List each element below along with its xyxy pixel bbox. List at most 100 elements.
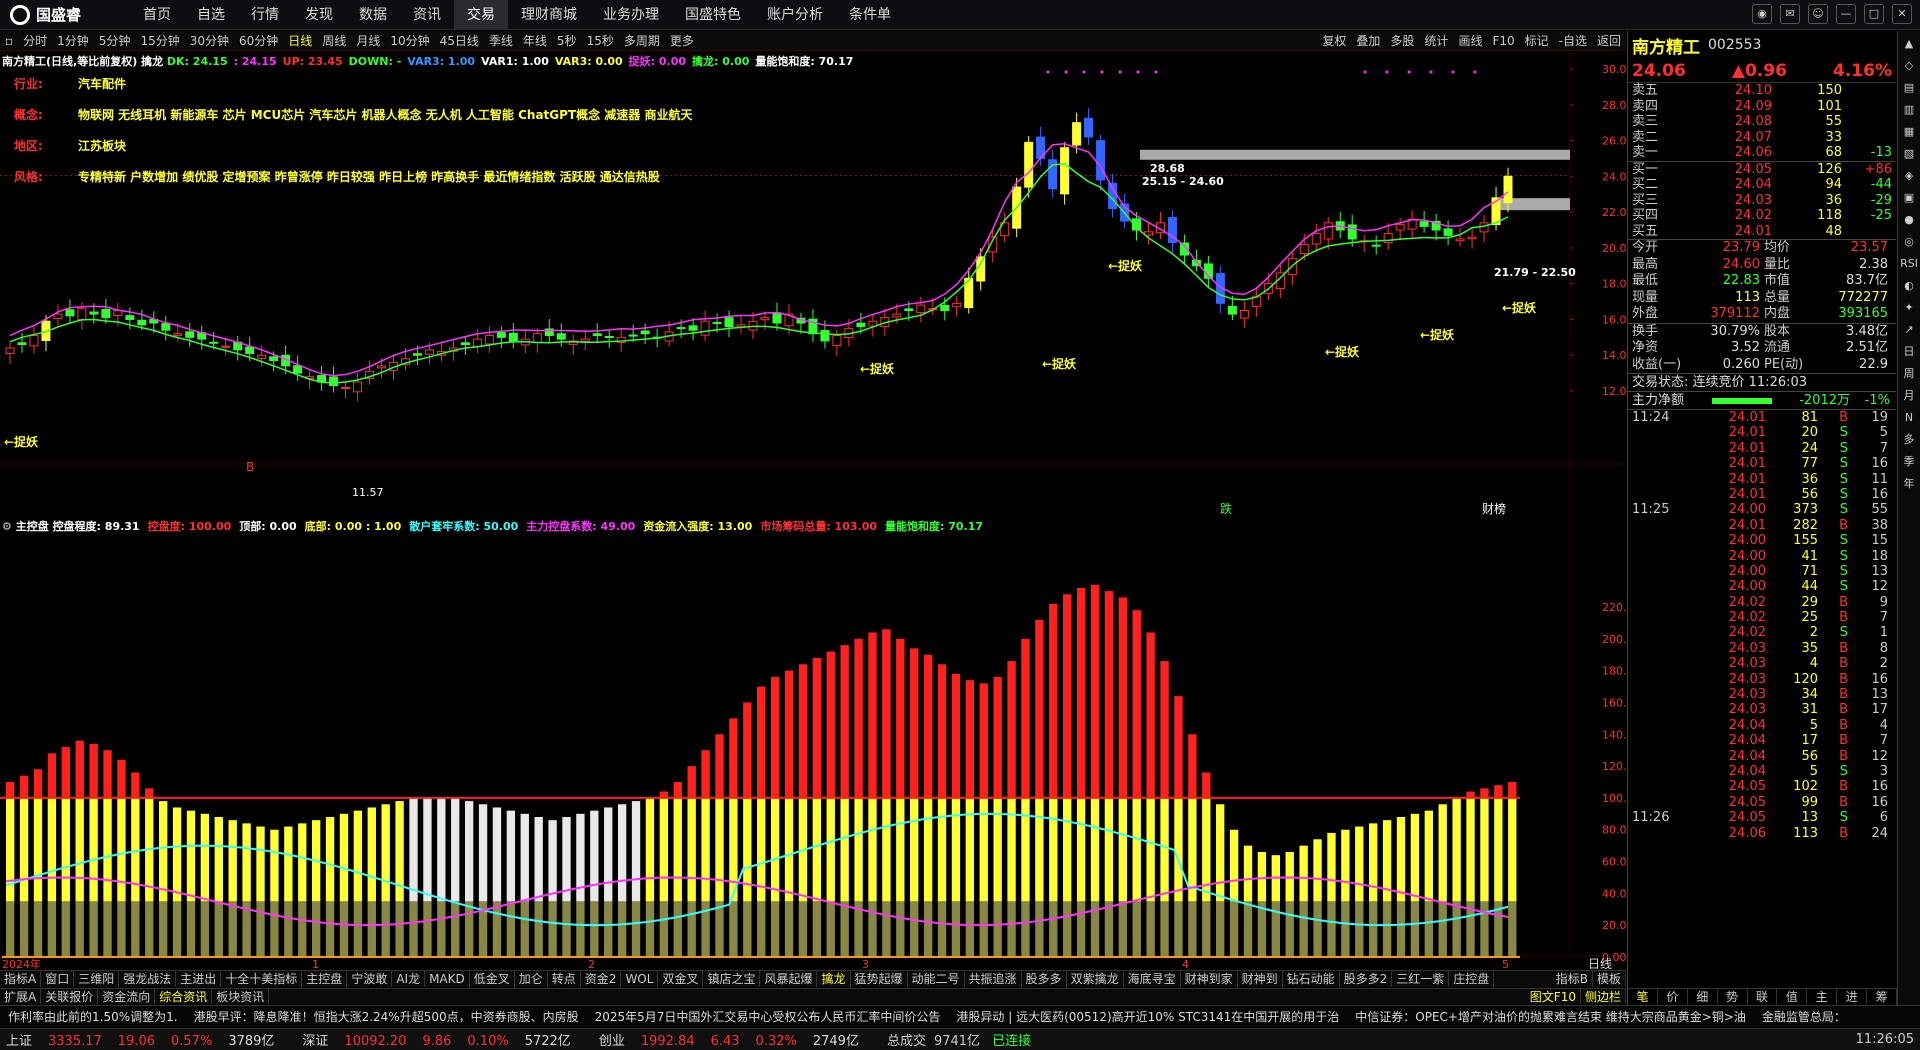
chat-icon[interactable]: ◉ — [1752, 4, 1772, 24]
sidebar-tool-icon[interactable]: 月 — [1900, 387, 1918, 405]
main-indicator-name[interactable]: 擒龙 — [141, 55, 163, 68]
index-quote[interactable]: 创业 1992.84 6.43 0.32% 2749亿 — [593, 1030, 881, 1049]
period-tab[interactable]: 60分钟 — [234, 31, 283, 51]
period-tab[interactable]: 分时 — [18, 31, 52, 51]
period-tab[interactable]: 30分钟 — [185, 31, 234, 51]
topnav-item[interactable]: 业务办理 — [590, 0, 672, 30]
indicator-tab[interactable]: 三红一紫 — [1392, 971, 1450, 987]
topnav-item[interactable]: 国盛特色 — [672, 0, 754, 30]
topnav-item[interactable]: 条件单 — [836, 0, 904, 30]
indicator-tab[interactable]: 双紫擒龙 — [1067, 971, 1124, 987]
sidebar-tool-icon[interactable]: ▦ — [1900, 123, 1918, 141]
indicator-tab[interactable]: 转点 — [548, 971, 581, 987]
orderbook-row[interactable]: 买二 24.04 94 -44 — [1628, 177, 1896, 193]
quote-tab[interactable]: 筹 — [1867, 989, 1898, 1005]
orderbook-row[interactable]: 买一 24.05 126 +86 — [1628, 162, 1896, 178]
chart-tool-button[interactable]: 多股 — [1385, 31, 1419, 51]
period-tab[interactable]: 年线 — [518, 31, 552, 51]
sidebar-tool-icon[interactable]: ◎ — [1900, 233, 1918, 251]
tick-list[interactable]: 11:24 24.01 81 B 19 24.01 20 S 5 24.01 24 S 7 24.01 77… — [1628, 410, 1896, 841]
indicator-tab[interactable]: 动能二号 — [908, 971, 965, 987]
period-tab[interactable]: 更多 — [665, 31, 699, 51]
topnav-item[interactable]: 账户分析 — [754, 0, 836, 30]
indicator-tab[interactable]: 主控盘 — [302, 971, 348, 987]
indicator-tab[interactable]: 资金2 — [581, 971, 622, 987]
sidebar-tool-icon[interactable]: 日 — [1900, 343, 1918, 361]
sidebar-tool-icon[interactable]: ● — [1900, 211, 1918, 229]
quote-tab[interactable]: 值 — [1777, 989, 1808, 1005]
indicator-tab[interactable]: 窗口 — [41, 971, 75, 987]
chart-tool-button[interactable]: 叠加 — [1351, 31, 1385, 51]
panel-toggle-icon[interactable]: ▫ — [0, 31, 18, 51]
index-quote[interactable]: 深证 10092.20 9.86 0.10% 5722亿 — [296, 1030, 592, 1049]
indicator-tab[interactable]: 财神到家 — [1181, 971, 1238, 987]
period-tab[interactable]: 15秒 — [582, 31, 619, 51]
sidebar-tool-icon[interactable]: ◈ — [1900, 167, 1918, 185]
extension-tab[interactable]: 板块资讯 — [212, 989, 270, 1004]
period-tab[interactable]: 月线 — [351, 31, 385, 51]
sidebar-tool-icon[interactable]: 季 — [1900, 453, 1918, 471]
chart-tool-button[interactable]: 画线 — [1453, 31, 1487, 51]
indicator-tab[interactable]: 主进出 — [176, 971, 222, 987]
indicator-tab[interactable]: 股多多2 — [1340, 971, 1393, 987]
close-button[interactable]: ✕ — [1892, 4, 1912, 24]
period-tab[interactable]: 周线 — [317, 31, 351, 51]
sidebar-tool-icon[interactable]: ◐ — [1900, 277, 1918, 295]
topnav-item[interactable]: 交易 — [454, 0, 508, 30]
sub-indicator-name[interactable]: 主控盘 — [16, 520, 49, 533]
indicator-tab[interactable]: 风暴起爆 — [760, 971, 818, 987]
period-tab[interactable]: 45日线 — [435, 31, 484, 51]
period-tab[interactable]: 5秒 — [552, 31, 582, 51]
sidebar-tool-icon[interactable]: ▥ — [1900, 101, 1918, 119]
indicator-tab[interactable]: 庄控盘 — [1449, 971, 1495, 987]
news-item[interactable]: 港股异动 | 远大医药(00512)高开近10% STC3141在中国开展的用于… — [948, 1008, 1347, 1025]
extension-tab-right[interactable]: 侧边栏 — [1581, 989, 1626, 1004]
extension-tab-right[interactable]: 图文F10 — [1526, 989, 1581, 1004]
indicator-tab[interactable]: 财神到 — [1238, 971, 1283, 987]
period-tab[interactable]: 5分钟 — [94, 31, 136, 51]
indicator-tab[interactable]: 猛势起爆 — [851, 971, 908, 987]
topnav-item[interactable]: 数据 — [346, 0, 400, 30]
orderbook-row[interactable]: 卖一 24.06 68 -13 — [1628, 145, 1896, 161]
extension-tab[interactable]: 扩展A — [0, 989, 42, 1004]
topnav-item[interactable]: 首页 — [130, 0, 184, 30]
indicator-tab-right[interactable]: 指标B — [1552, 971, 1593, 987]
period-tab[interactable]: 季线 — [484, 31, 518, 51]
indicator-tab[interactable]: 共振追涨 — [965, 971, 1022, 987]
topnav-item[interactable]: 资讯 — [400, 0, 454, 30]
sidebar-tool-icon[interactable]: N — [1900, 409, 1918, 427]
period-tab[interactable]: 日线 — [283, 31, 317, 51]
sidebar-tool-icon[interactable]: ◇ — [1900, 57, 1918, 75]
orderbook-row[interactable]: 卖二 24.07 33 — [1628, 130, 1896, 146]
indicator-tab[interactable]: 指标A — [0, 971, 42, 987]
period-tab[interactable]: 15分钟 — [135, 31, 184, 51]
quote-tab[interactable]: 主 — [1807, 989, 1838, 1005]
quote-tab[interactable]: 细 — [1688, 989, 1718, 1005]
news-item[interactable]: 2025年5月7日中国外汇交易中心受权公布人民币汇率中间价公告 — [587, 1008, 949, 1025]
news-item[interactable]: 作利率由此前的1.50%调整为1. — [0, 1008, 186, 1025]
news-item[interactable]: 金融监管总局： — [1754, 1008, 1854, 1025]
period-tab[interactable]: 10分钟 — [385, 31, 434, 51]
indicator-tab[interactable]: WOL — [621, 971, 659, 987]
news-item[interactable]: 中信证券：OPEC+增产对油价的抛累难言结束 维持大宗商品黄金>铜>油 — [1347, 1008, 1754, 1025]
user-icon[interactable]: ☺ — [1808, 4, 1828, 24]
period-tab[interactable]: 多周期 — [619, 31, 665, 51]
indicator-tab[interactable]: 海底寻宝 — [1124, 971, 1181, 987]
extension-tab[interactable]: 综合资讯 — [155, 989, 213, 1004]
chart-tool-button[interactable]: 统计 — [1419, 31, 1453, 51]
indicator-tab-right[interactable]: 模板 — [1593, 971, 1626, 987]
index-quote[interactable]: 上证 3335.17 19.06 0.57% 3789亿 — [0, 1030, 296, 1049]
chart-area[interactable]: 30.00 28.00 26.00 24.00 22.00 20.00 18.00 16.00… — [0, 51, 1626, 969]
orderbook-row[interactable]: 买五 24.01 48 — [1628, 224, 1896, 240]
indicator-tab[interactable]: 擒龙 — [817, 971, 851, 987]
indicator-tab[interactable]: 双金叉 — [658, 971, 704, 987]
indicator-tab[interactable]: AI龙 — [392, 971, 426, 987]
quote-stock-name[interactable]: 南方精工 — [1632, 33, 1700, 58]
sidebar-tool-icon[interactable]: 年 — [1900, 475, 1918, 493]
app-logo[interactable]: 国盛睿 — [0, 4, 130, 25]
indicator-tab[interactable]: 宁波敢 — [347, 971, 393, 987]
news-item[interactable]: 港股早评：降息降准！恒指大涨2.24%升超500点，中资券商股、内房股 — [186, 1008, 587, 1025]
quote-tab[interactable]: 联 — [1748, 989, 1778, 1005]
chart-tool-button[interactable]: -自选 — [1554, 31, 1592, 51]
sidebar-tool-icon[interactable]: 周 — [1900, 365, 1918, 383]
